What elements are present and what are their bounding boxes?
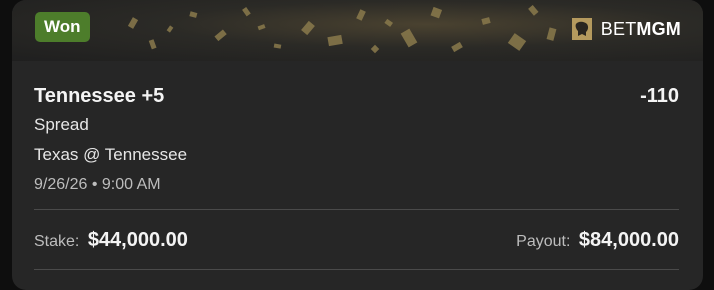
bet-banner: Won BETMGM	[12, 0, 703, 61]
won-status-badge: Won	[35, 12, 90, 42]
event-datetime: 9/26/26 • 9:00 AM	[34, 176, 161, 193]
market-type: Spread	[34, 115, 89, 134]
bet-card: Won BETMGM Tennessee +5 -110 Spread Texa…	[12, 0, 703, 290]
divider	[34, 269, 679, 270]
payout-amount: $84,000.00	[578, 229, 679, 251]
stake-label: Stake:	[34, 233, 80, 250]
divider	[34, 209, 679, 210]
event-matchup: Texas @ Tennessee	[34, 145, 188, 164]
payout-row: Payout: $84,000.00	[516, 229, 679, 252]
payout-label: Payout:	[516, 233, 571, 250]
odds-value: -110	[640, 85, 679, 107]
brand-wordmark: BETMGM	[600, 18, 681, 39]
stake-row: Stake: $44,000.00	[34, 229, 188, 252]
selection-title: Tennessee +5	[34, 85, 165, 107]
stake-amount: $44,000.00	[87, 229, 188, 251]
betmgm-logo: BETMGM	[569, 16, 681, 42]
lion-logo-icon	[571, 18, 592, 40]
